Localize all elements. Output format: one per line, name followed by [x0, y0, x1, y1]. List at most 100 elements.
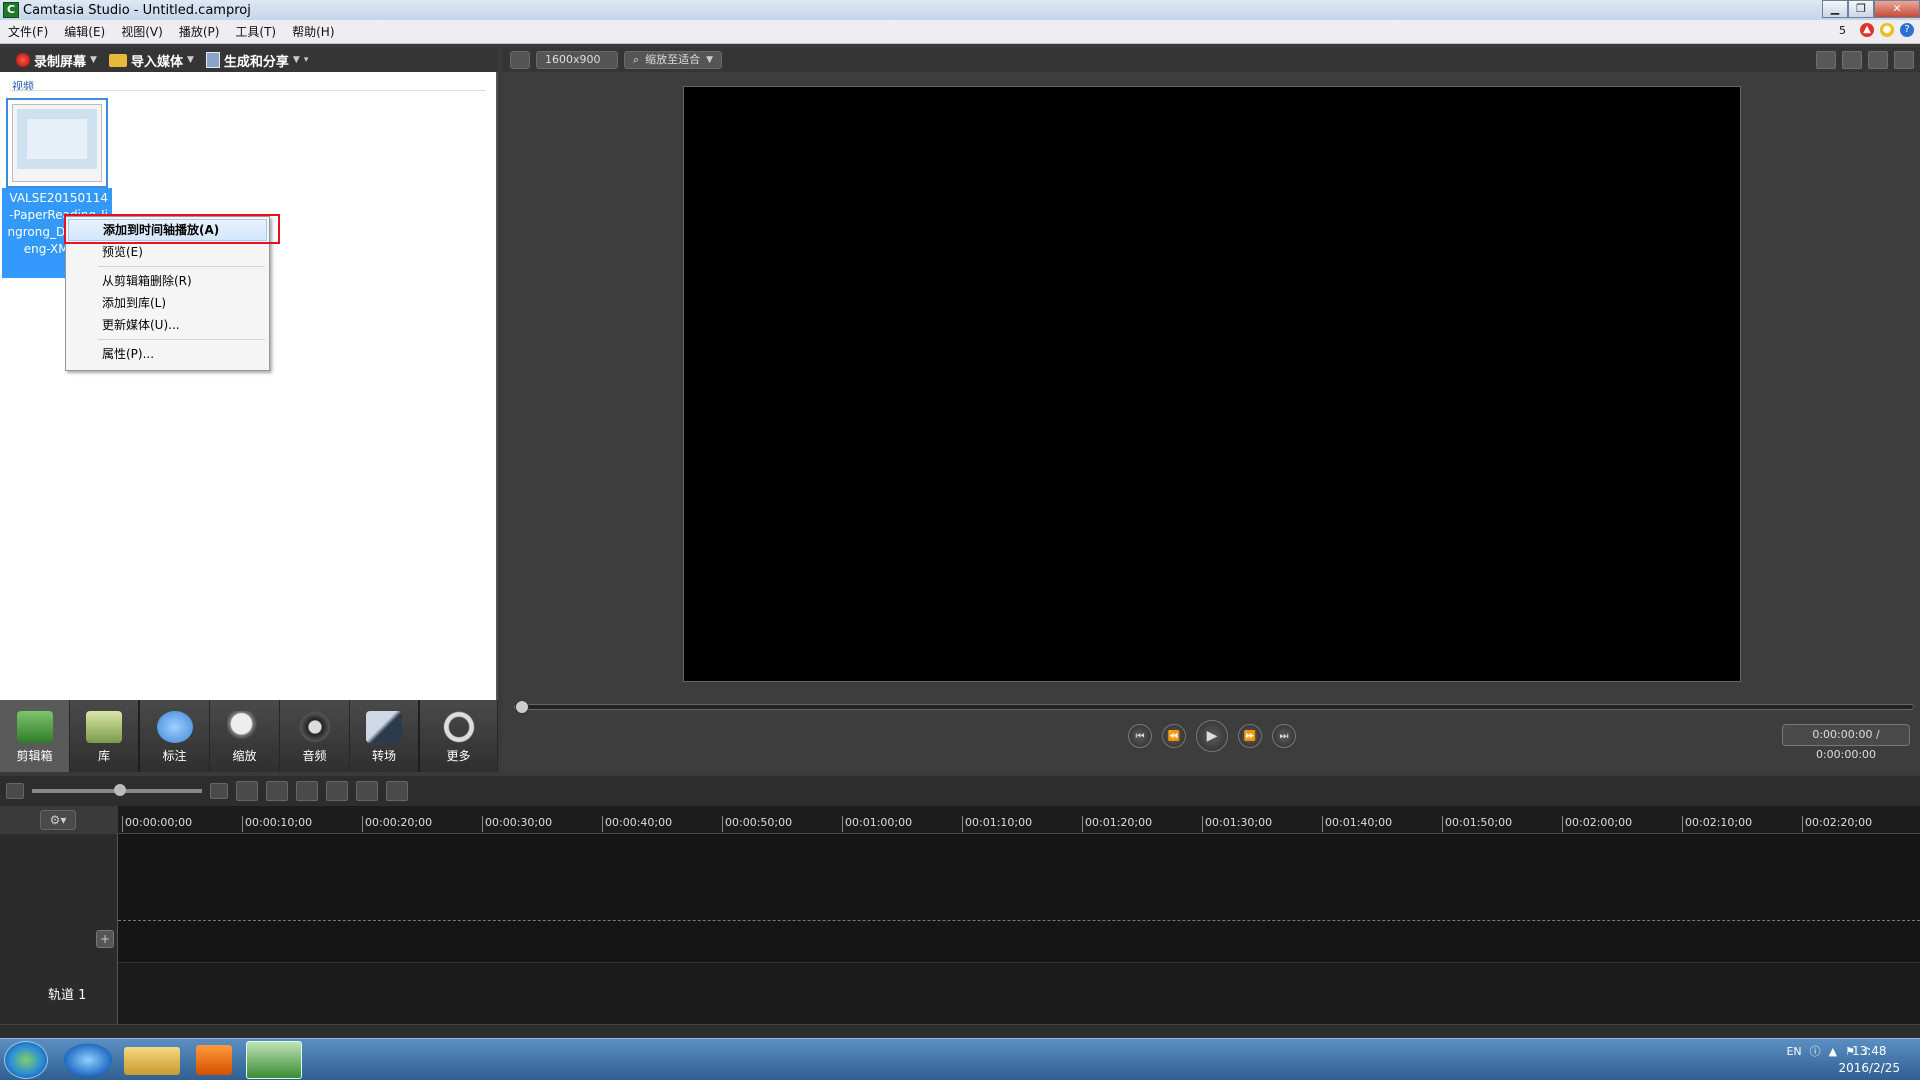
tab-callouts[interactable]: 标注	[140, 700, 210, 772]
network-icon[interactable]: ▲	[1829, 1045, 1837, 1058]
canvas-size-icon[interactable]	[510, 51, 530, 69]
camtasia-taskbar-icon[interactable]	[246, 1041, 302, 1079]
video-canvas[interactable]	[683, 86, 1741, 682]
fullscreen-icon[interactable]	[1868, 51, 1888, 69]
tab-audio[interactable]: 音频	[280, 700, 350, 772]
cut-icon[interactable]	[296, 781, 318, 801]
callout-icon	[156, 711, 193, 743]
slider-knob[interactable]	[114, 784, 126, 796]
zoom-out-icon[interactable]	[6, 783, 24, 799]
tab-label: 缩放	[232, 749, 257, 763]
clock-date: 2016/2/25	[1838, 1061, 1900, 1075]
record-icon	[16, 53, 30, 67]
track-area[interactable]	[118, 834, 1920, 1024]
library-icon	[86, 711, 122, 743]
start-button[interactable]	[4, 1041, 48, 1079]
tab-label: 转场	[371, 749, 396, 763]
horizontal-scrollbar[interactable]	[0, 1024, 1920, 1038]
record-label: 录制屏幕	[34, 54, 87, 70]
divider	[10, 90, 486, 91]
clock[interactable]: 13:48 2016/2/25	[1838, 1043, 1900, 1077]
play-icon[interactable]: ▶	[1196, 720, 1228, 752]
menu-tools[interactable]: 工具(T)	[227, 23, 284, 40]
windows-taskbar: EN ⓘ ▲ ⚑ ♪ 13:48 2016/2/25	[0, 1038, 1920, 1080]
notification-count[interactable]: 5	[1831, 24, 1854, 37]
overflow-icon[interactable]: ▾	[304, 55, 309, 65]
menu-item-update-media[interactable]: 更新媒体(U)...	[68, 314, 267, 336]
timeline-settings-button[interactable]: ⚙▾	[40, 810, 76, 830]
ruler-tick: 00:00:10;00	[242, 816, 312, 832]
clip-bin-panel: 视频 VALSE20150114-PaperReading-Jingrong_D…	[0, 72, 498, 700]
ie-icon[interactable]	[60, 1041, 116, 1079]
menu-separator	[98, 339, 265, 340]
language-indicator[interactable]: EN	[1786, 1045, 1801, 1058]
highlight-box	[64, 214, 280, 244]
menu-view[interactable]: 视图(V)	[113, 23, 171, 40]
skip-back-icon[interactable]: ⏮	[1128, 724, 1152, 748]
zoom-in-icon[interactable]	[210, 783, 228, 799]
drop-zone-line	[118, 920, 1920, 921]
ruler-tick: 00:02:20;00	[1802, 816, 1872, 832]
menu-play[interactable]: 播放(P)	[171, 23, 228, 40]
help-icon[interactable]: ?	[1900, 23, 1914, 37]
split-icon[interactable]	[326, 781, 348, 801]
ruler-tick: 00:00:20;00	[362, 816, 432, 832]
tab-clip-bin[interactable]: 剪辑箱	[0, 700, 70, 772]
title-bar: C Camtasia Studio - Untitled.camproj ▁ ❐…	[0, 0, 1920, 20]
magnifier-icon	[226, 711, 263, 743]
menu-item-add-to-library[interactable]: 添加到库(L)	[68, 292, 267, 314]
tab-library[interactable]: 库	[70, 700, 140, 772]
close-button[interactable]: ✕	[1874, 0, 1920, 18]
produce-label: 生成和分享	[223, 54, 289, 70]
track-1-lane[interactable]	[118, 962, 1920, 1024]
ruler-tick: 00:02:10;00	[1682, 816, 1752, 832]
tip-icon[interactable]: ●	[1880, 23, 1894, 37]
ruler-tick: 00:00:40;00	[602, 816, 672, 832]
folder-icon[interactable]	[124, 1047, 180, 1075]
minimize-button[interactable]: ▁	[1822, 0, 1848, 18]
record-screen-button[interactable]: 录制屏幕 ▼	[16, 51, 97, 70]
menu-item-preview[interactable]: 预览(E)	[68, 241, 267, 263]
pan-hand-icon[interactable]	[1842, 51, 1862, 69]
menu-edit[interactable]: 编辑(E)	[56, 23, 113, 40]
menu-file[interactable]: 文件(F)	[0, 23, 56, 40]
menu-item-properties[interactable]: 属性(P)...	[68, 343, 267, 365]
tab-more[interactable]: 更多	[420, 700, 498, 772]
timeline-ruler[interactable]: 00:00:00;00 00:00:10;00 00:00:20;00 00:0…	[118, 806, 1920, 834]
tab-label: 标注	[162, 749, 187, 763]
preview-panel: 1600x900 ⌕ 缩放至适合 ▼ ⏮ ⏪ ▶ ⏩ ⏭ 0:00:00:00 / …	[502, 48, 1920, 772]
seek-bar[interactable]	[514, 700, 1914, 714]
paste-icon[interactable]	[386, 781, 408, 801]
add-track-button[interactable]: +	[96, 930, 114, 948]
undo-icon[interactable]	[236, 781, 258, 801]
media-player-icon[interactable]	[196, 1045, 232, 1075]
crop-icon[interactable]	[1816, 51, 1836, 69]
copy-icon[interactable]	[356, 781, 378, 801]
resolution-dropdown[interactable]: 1600x900	[536, 51, 618, 69]
menu-bar: 文件(F) 编辑(E) 视图(V) 播放(P) 工具(T) 帮助(H) 5 ▲ …	[0, 20, 1920, 44]
ruler-tick: 00:00:50;00	[722, 816, 792, 832]
import-media-button[interactable]: 导入媒体 ▼	[108, 51, 194, 70]
task-tabs: 剪辑箱 库 标注 缩放 音频 转场 更多	[0, 700, 498, 772]
redo-icon[interactable]	[266, 781, 288, 801]
timeline-zoom-slider[interactable]	[32, 784, 202, 796]
tab-transitions[interactable]: 转场	[350, 700, 420, 772]
tab-zoom[interactable]: 缩放	[210, 700, 280, 772]
seek-knob[interactable]	[515, 700, 529, 714]
detach-icon[interactable]	[1894, 51, 1914, 69]
import-label: 导入媒体	[130, 54, 183, 70]
menu-item-remove[interactable]: 从剪辑箱删除(R)	[68, 270, 267, 292]
zoom-dropdown[interactable]: ⌕ 缩放至适合 ▼	[624, 51, 723, 69]
search-icon: ⌕	[633, 53, 640, 66]
produce-share-button[interactable]: 生成和分享 ▼ ▾	[205, 51, 309, 70]
help-icon[interactable]: ⓘ	[1810, 1043, 1821, 1059]
clock-time: 13:48	[1851, 1044, 1887, 1058]
clip-thumbnail[interactable]	[6, 98, 108, 188]
rewind-icon[interactable]: ⏪	[1162, 724, 1186, 748]
alert-icon[interactable]: ▲	[1860, 23, 1874, 37]
film-icon	[16, 711, 53, 743]
fast-forward-icon[interactable]: ⏩	[1238, 724, 1262, 748]
restore-button[interactable]: ❐	[1848, 0, 1874, 18]
menu-help[interactable]: 帮助(H)	[284, 23, 342, 40]
skip-forward-icon[interactable]: ⏭	[1272, 724, 1296, 748]
